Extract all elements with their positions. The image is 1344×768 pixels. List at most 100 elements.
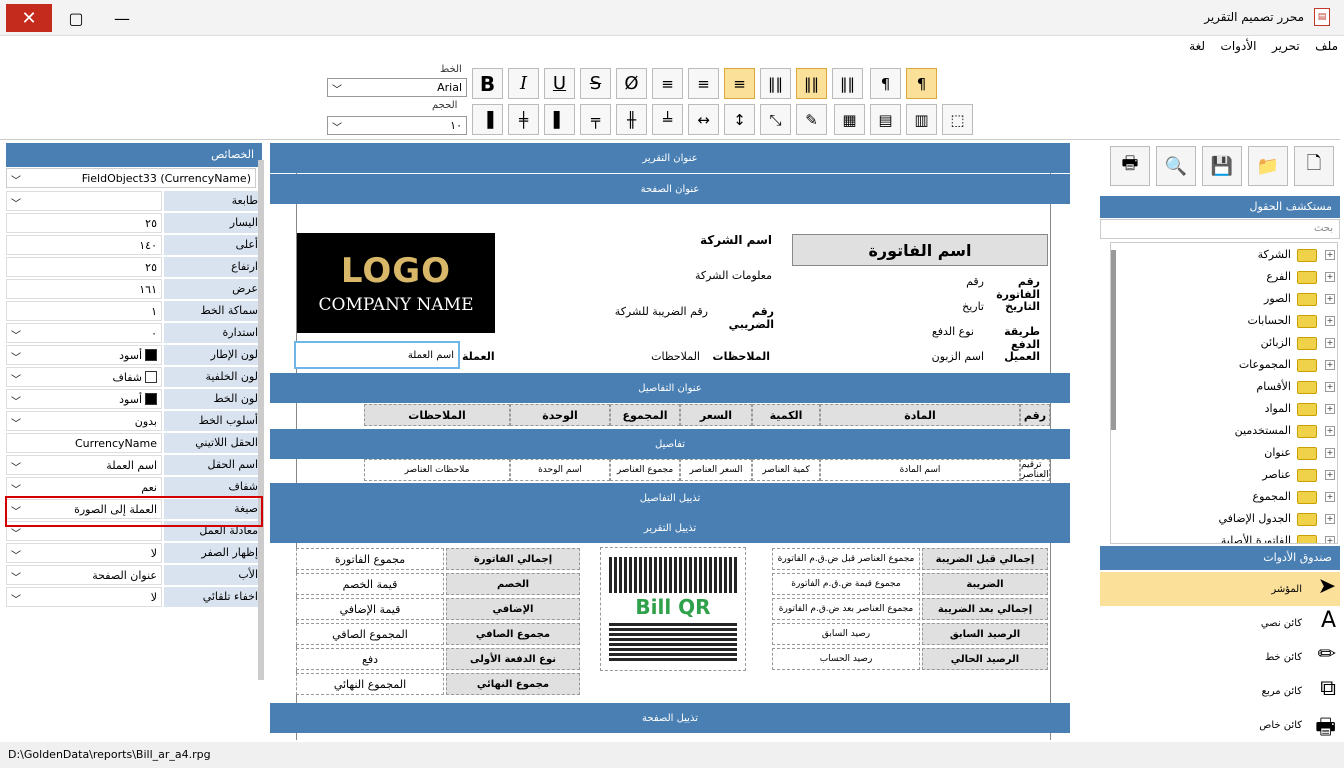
total-value[interactable]: المجموع النهائي	[296, 673, 444, 695]
tree-item[interactable]: + المواد	[1117, 399, 1337, 419]
property-value[interactable]: ﹀ أسود	[6, 389, 162, 409]
menu-tools[interactable]: الأدوات	[1215, 36, 1263, 56]
company-name[interactable]: اسم الشركة	[650, 233, 772, 247]
object-selector[interactable]: ﹀ FieldObject33 (CurrencyName)	[6, 168, 256, 188]
expand-icon[interactable]: +	[1325, 470, 1335, 480]
expand-icon[interactable]: +	[1325, 360, 1335, 370]
property-value[interactable]: ٢٥	[6, 257, 162, 277]
font-combo[interactable]: ﹀ Arial	[327, 78, 467, 97]
toolbox-item[interactable]: كائن نصي A	[1100, 606, 1340, 640]
client-label[interactable]: العميل	[986, 350, 1040, 363]
total-value[interactable]: قيمة الخصم	[296, 573, 444, 595]
column-header[interactable]: الملاحظات	[364, 404, 510, 426]
detail-cell[interactable]: ترقيم العناصر	[1020, 459, 1050, 481]
total-value[interactable]: المجموع الصافي	[296, 623, 444, 645]
tree-item[interactable]: + الفاتورة الأصلية	[1117, 531, 1337, 543]
total-label[interactable]: نوع الدفعة الأولى	[446, 648, 580, 670]
no-format-icon[interactable]: Ø	[616, 68, 647, 99]
property-value[interactable]: ١٤٠	[6, 235, 162, 255]
toolbox-item[interactable]: كائن مربع ⧉	[1100, 674, 1340, 708]
column-header[interactable]: الوحدة	[510, 404, 610, 426]
total-value[interactable]: قيمة الإضافي	[296, 598, 444, 620]
same-size-icon[interactable]: ⤡	[760, 104, 791, 135]
date-value[interactable]: تاريخ	[930, 300, 984, 313]
total-label[interactable]: الضريبة	[922, 573, 1048, 595]
property-value[interactable]: ﹀ شفاف	[6, 367, 162, 387]
align-left-icon[interactable]: ≡	[652, 68, 683, 99]
menu-language[interactable]: لغة	[1183, 36, 1211, 56]
tree-item[interactable]: + الزبائن	[1117, 333, 1337, 353]
same-height-icon[interactable]: ↕	[724, 104, 755, 135]
payment-label[interactable]: طريقة الدفع	[976, 325, 1040, 351]
rtl-icon[interactable]: ¶	[906, 68, 937, 99]
total-label[interactable]: مجموع الصافي	[446, 623, 580, 645]
toolbox-item[interactable]: المؤشر ➤	[1100, 572, 1340, 606]
total-value[interactable]: مجموع العناصر قبل ض.ق.م الفاتورة	[772, 548, 920, 570]
field-tree[interactable]: + الشركة + الفرع + الصور + الحسابات + الزبائن + الم…	[1110, 242, 1338, 544]
property-value[interactable]: ١	[6, 301, 162, 321]
column-header[interactable]: الكمية	[752, 404, 820, 426]
property-row[interactable]: ﹀ أسود لون الخط	[6, 388, 262, 409]
total-label[interactable]: الإضافي	[446, 598, 580, 620]
property-row[interactable]: ﹀ عنوان الصفحة الأب	[6, 564, 262, 585]
detail-cell[interactable]: اسم المادة	[820, 459, 1020, 481]
property-row[interactable]: ١٦١ عرض	[6, 278, 262, 299]
grid-none-icon[interactable]: ⬚	[942, 104, 973, 135]
property-row[interactable]: ﹀ نعم شفاف	[6, 476, 262, 497]
italic-icon[interactable]: I	[508, 68, 539, 99]
expand-icon[interactable]: +	[1325, 404, 1335, 414]
currency-label[interactable]: العملة	[462, 350, 495, 363]
property-row[interactable]: ﹀ اسم العملة اسم الحقل	[6, 454, 262, 475]
payment-value[interactable]: نوع الدفع	[900, 325, 974, 338]
barcode-middle-icon[interactable]: ‖‖	[796, 68, 827, 99]
report-canvas[interactable]: عنوان التقرير عنوان الصفحة LOGO COMPANY …	[270, 143, 1070, 740]
bold-icon[interactable]: B	[472, 68, 503, 99]
strikethrough-icon[interactable]: S	[580, 68, 611, 99]
tree-scrollbar[interactable]	[1111, 250, 1116, 430]
total-value[interactable]: مجموع الفاتورة	[296, 548, 444, 570]
property-row[interactable]: ﹀ لا اخفاء تلقائي	[6, 586, 262, 607]
band-details-header[interactable]: عنوان التفاصيل	[270, 373, 1070, 403]
toolbox-item[interactable]: كائن خاص 🖶	[1100, 708, 1340, 742]
save-icon[interactable]: 💾	[1202, 146, 1242, 186]
property-value[interactable]: ﹀ ٠	[6, 323, 162, 343]
expand-icon[interactable]: +	[1325, 492, 1335, 502]
property-row[interactable]: ﹀ بدون أسلوب الخط	[6, 410, 262, 431]
menu-file[interactable]: ملف	[1309, 36, 1344, 56]
minimize-button[interactable]: —	[108, 4, 136, 32]
expand-icon[interactable]: +	[1325, 514, 1335, 524]
property-value[interactable]: CurrencyName	[6, 433, 162, 453]
band-page-header[interactable]: عنوان الصفحة	[270, 174, 1070, 204]
property-value[interactable]: ﹀ لا	[6, 543, 162, 563]
detail-cell[interactable]: مجموع العناصر	[610, 459, 680, 481]
company-logo[interactable]: LOGO COMPANY NAME	[297, 233, 495, 333]
expand-icon[interactable]: +	[1325, 272, 1335, 282]
same-width-icon[interactable]: ↔	[688, 104, 719, 135]
expand-icon[interactable]: +	[1325, 382, 1335, 392]
expand-icon[interactable]: +	[1325, 316, 1335, 326]
close-button[interactable]: ✕	[6, 4, 52, 32]
property-value[interactable]: ﹀	[6, 191, 162, 211]
expand-icon[interactable]: +	[1325, 294, 1335, 304]
tax-label[interactable]: رقم الضريبي	[710, 305, 774, 331]
property-row[interactable]: ١٤٠ أعلى	[6, 234, 262, 255]
notes-value[interactable]: الملاحظات	[610, 350, 700, 363]
format-painter-icon[interactable]: ✎	[796, 104, 827, 135]
property-value[interactable]: ﹀ لا	[6, 587, 162, 607]
company-info[interactable]: معلومات الشركة	[650, 269, 772, 282]
invoice-number-label[interactable]: رقم الفاتورة	[986, 275, 1040, 301]
band-details[interactable]: تفاصيل	[270, 429, 1070, 459]
preview-icon[interactable]: 🔍	[1156, 146, 1196, 186]
grid-horizontal-icon[interactable]: ▤	[870, 104, 901, 135]
expand-icon[interactable]: +	[1325, 448, 1335, 458]
expand-icon[interactable]: +	[1325, 426, 1335, 436]
total-value[interactable]: رصيد السابق	[772, 623, 920, 645]
band-report-header[interactable]: عنوان التقرير	[270, 143, 1070, 173]
tree-item[interactable]: + الأقسام	[1117, 377, 1337, 397]
grid-all-icon[interactable]: ▦	[834, 104, 865, 135]
align-objects-left-icon[interactable]: ▐	[472, 104, 503, 135]
align-objects-bottom-icon[interactable]: ╧	[652, 104, 683, 135]
tree-item[interactable]: + المستخدمين	[1117, 421, 1337, 441]
total-label[interactable]: إجمالي بعد الضريبة	[922, 598, 1048, 620]
property-row[interactable]: ٢٥ ارتفاع	[6, 256, 262, 277]
